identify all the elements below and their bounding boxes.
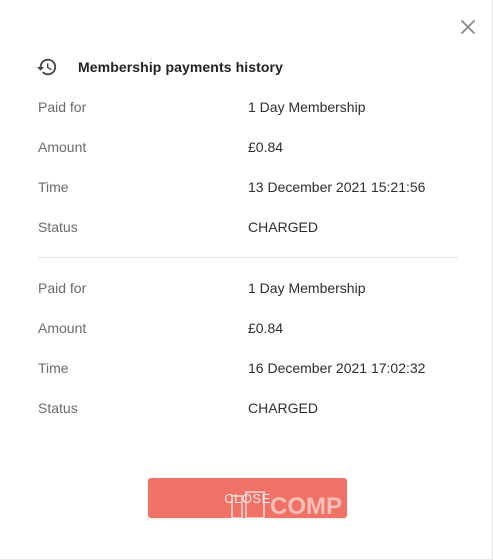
history-icon: [36, 58, 57, 76]
payment-divider: [38, 257, 458, 258]
paid-for-value: 1 Day Membership: [248, 99, 366, 115]
status-value: CHARGED: [248, 219, 319, 235]
amount-label: Amount: [38, 139, 87, 155]
amount-value: £0.84: [248, 139, 284, 155]
amount-label: Amount: [38, 320, 87, 336]
payments-history-dialog: Membership payments history Paid for 1 D…: [0, 0, 493, 560]
payment-1-amount-row: Amount £0.84: [38, 137, 458, 157]
time-label: Time: [38, 179, 69, 195]
payment-1-status-row: Status CHARGED: [38, 217, 458, 237]
payment-2-paid-for-row: Paid for 1 Day Membership: [38, 278, 458, 298]
close-button[interactable]: CLOSE: [148, 478, 347, 518]
status-value: CHARGED: [248, 400, 319, 416]
payment-2-status-row: Status CHARGED: [38, 398, 458, 418]
time-label: Time: [38, 360, 69, 376]
time-value: 13 December 2021 15:21:56: [248, 179, 426, 195]
paid-for-label: Paid for: [38, 280, 87, 296]
status-label: Status: [38, 219, 78, 235]
status-label: Status: [38, 400, 78, 416]
dialog-title: Membership payments history: [78, 59, 283, 75]
paid-for-label: Paid for: [38, 99, 87, 115]
paid-for-value: 1 Day Membership: [248, 280, 366, 296]
time-value: 16 December 2021 17:02:32: [248, 360, 426, 376]
amount-value: £0.84: [248, 320, 284, 336]
close-icon[interactable]: [458, 17, 478, 37]
payment-1-time-row: Time 13 December 2021 15:21:56: [38, 177, 458, 197]
dialog-header: Membership payments history: [36, 55, 283, 79]
payment-1-paid-for-row: Paid for 1 Day Membership: [38, 97, 458, 117]
payment-2-amount-row: Amount £0.84: [38, 318, 458, 338]
payment-2-time-row: Time 16 December 2021 17:02:32: [38, 358, 458, 378]
